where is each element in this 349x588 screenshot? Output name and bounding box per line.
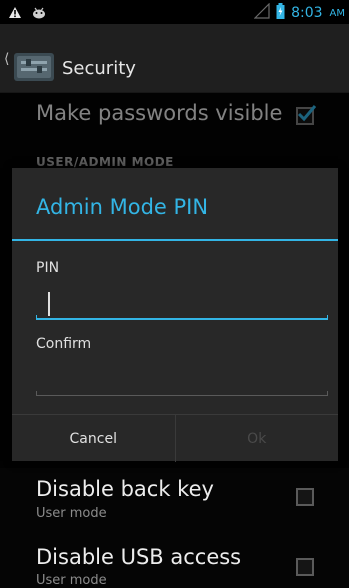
pin-input-underline — [36, 318, 328, 320]
status-bar: 8:03 AM — [0, 0, 349, 24]
disable-back-key-checkbox[interactable] — [296, 488, 314, 506]
page-title: Security — [62, 58, 136, 79]
pref-summary: User mode — [36, 506, 107, 521]
dialog-title-divider — [12, 239, 338, 241]
settings-app-icon[interactable] — [12, 52, 56, 82]
signal-icon — [253, 2, 270, 23]
dialog-button-bar: Cancel Ok — [12, 414, 338, 462]
confirm-input[interactable] — [36, 362, 328, 396]
warning-icon — [8, 4, 22, 23]
android-debug-icon — [32, 4, 46, 23]
cancel-button[interactable]: Cancel — [12, 415, 176, 462]
pin-input-tick-right — [327, 315, 328, 320]
back-chevron-icon[interactable]: ⟨ — [4, 51, 9, 67]
disable-usb-access-checkbox[interactable] — [296, 558, 314, 576]
ok-button[interactable]: Ok — [176, 415, 339, 462]
pref-summary: User mode — [36, 573, 107, 588]
confirm-label: Confirm — [36, 336, 92, 352]
clock-ampm: AM — [329, 7, 345, 19]
confirm-input-tick-right — [327, 391, 328, 396]
dialog-title: Admin Mode PIN — [36, 195, 209, 219]
text-cursor — [48, 292, 50, 316]
confirm-input-underline — [36, 395, 328, 396]
action-bar: ⟨ Security — [0, 24, 349, 93]
admin-pin-dialog: Admin Mode PIN PIN Confirm Cancel Ok — [12, 168, 338, 462]
pref-title: Disable USB access — [36, 545, 242, 569]
battery-icon — [276, 3, 285, 23]
status-right-icons: 8:03 AM — [253, 2, 345, 23]
pin-input-tick-left — [36, 315, 37, 320]
confirm-input-tick-left — [36, 391, 37, 396]
clock-time: 8:03 — [291, 5, 323, 21]
pin-label: PIN — [36, 260, 60, 276]
pref-title: Disable back key — [36, 477, 214, 501]
pin-input[interactable] — [36, 286, 328, 320]
status-left-icons — [8, 4, 46, 23]
